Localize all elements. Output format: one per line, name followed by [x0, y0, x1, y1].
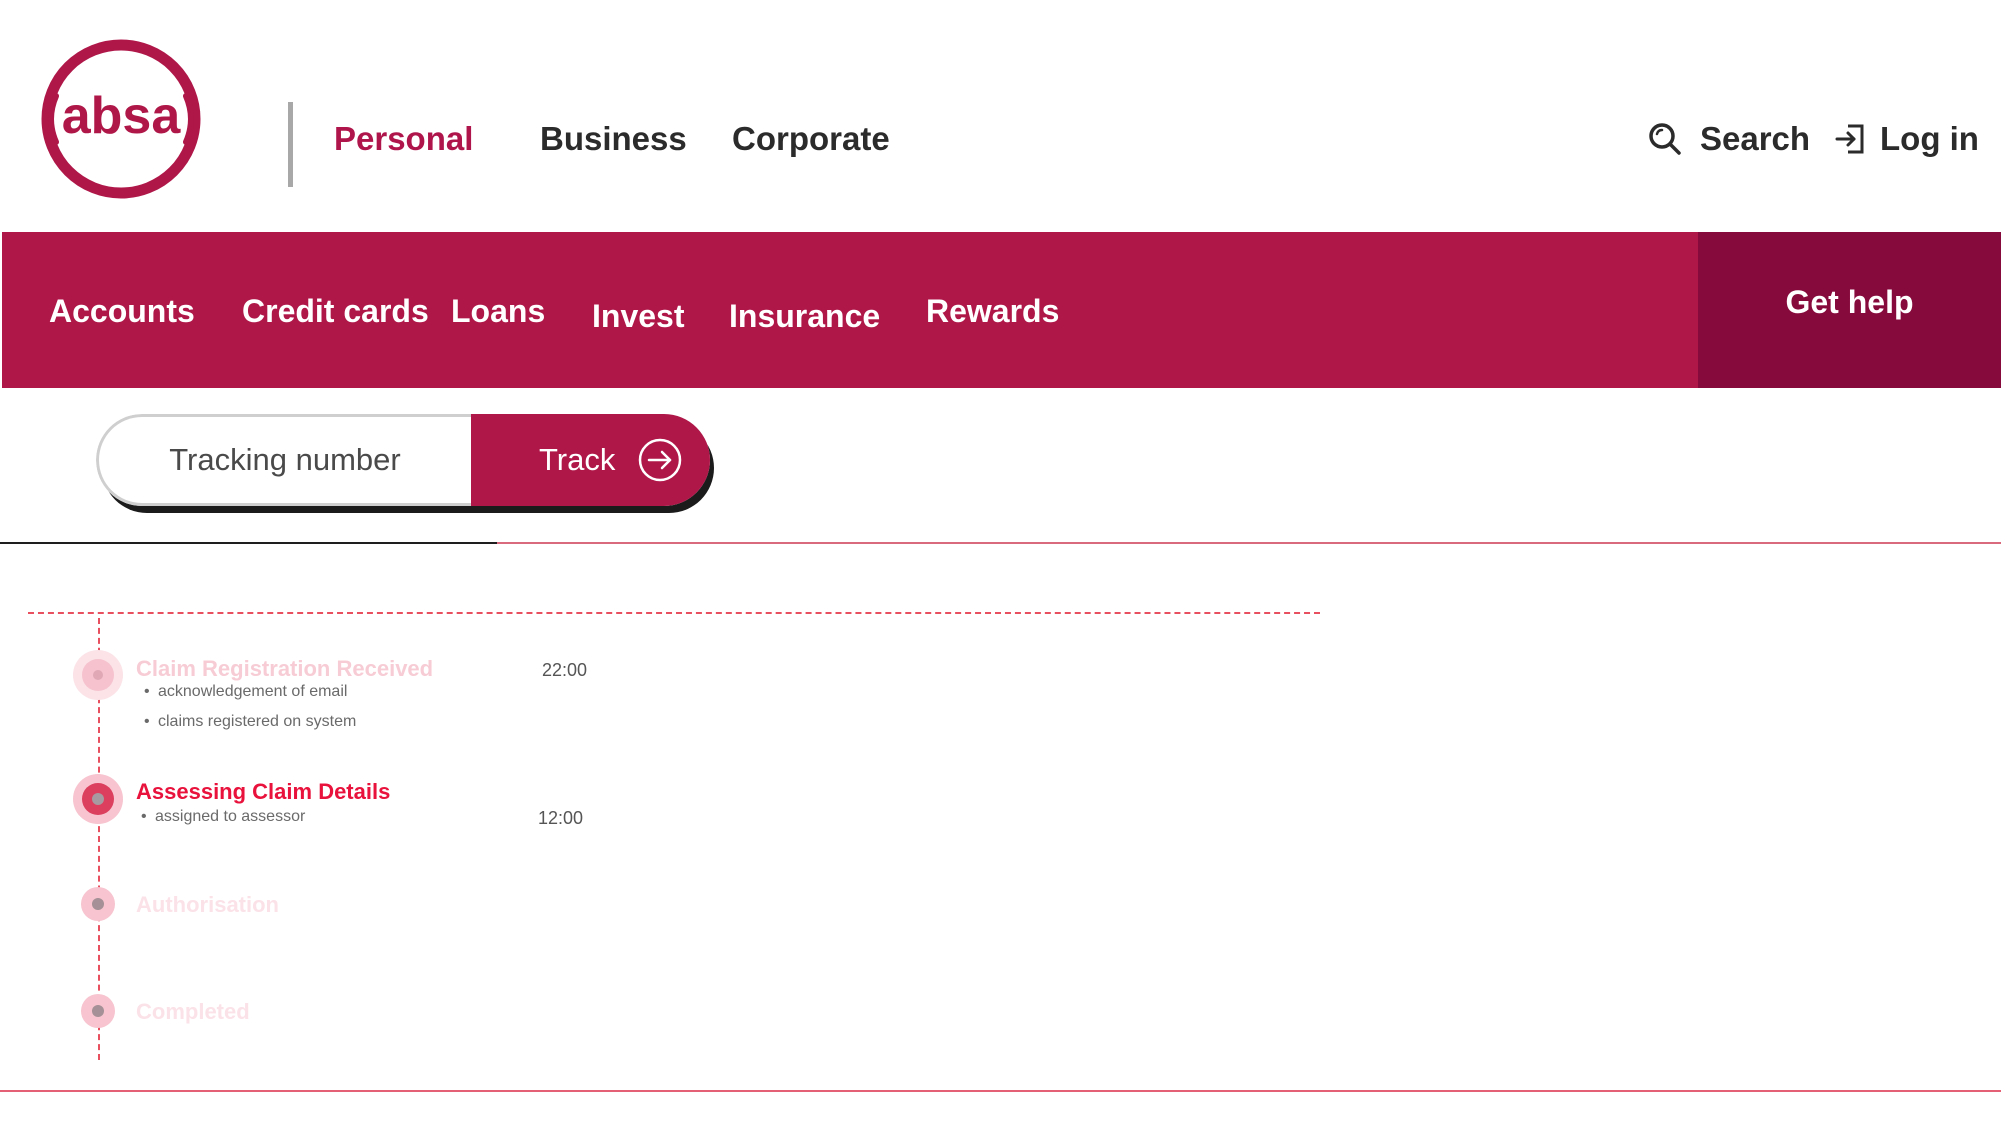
step-marker-active: [73, 774, 123, 824]
timeline-top-dashed-line: [28, 612, 1320, 614]
header-divider: [288, 102, 293, 187]
top-nav-business[interactable]: Business: [540, 120, 687, 158]
top-nav-personal[interactable]: Personal: [334, 120, 473, 158]
login-icon: [1835, 124, 1864, 154]
main-nav-rewards[interactable]: Rewards: [926, 293, 1059, 330]
main-nav-accounts[interactable]: Accounts: [49, 293, 195, 330]
step-marker-pending: [81, 887, 115, 921]
step-detail: assigned to assessor: [141, 808, 305, 826]
step-time: 22:00: [542, 660, 588, 680]
tracking-input-box: [96, 414, 471, 506]
step-title: Completed: [136, 999, 250, 1024]
search-button[interactable]: Search: [1648, 120, 1810, 158]
main-nav-invest[interactable]: Invest: [592, 298, 684, 335]
step-detail: acknowledgement of email: [144, 683, 347, 701]
search-icon: [1649, 123, 1681, 155]
step-marker-completed: [73, 650, 123, 700]
track-button-label: Track: [539, 442, 616, 477]
bottom-divider: [0, 1090, 2001, 1092]
page: absa Personal Business Corporate Search …: [0, 0, 2001, 1125]
track-button[interactable]: Track: [471, 414, 710, 506]
tracker: Track: [96, 414, 710, 506]
step-title: Claim Registration Received: [136, 656, 434, 681]
login-label: Log in: [1880, 120, 1979, 157]
main-nav-insurance[interactable]: Insurance: [729, 298, 880, 335]
get-help-button[interactable]: Get help: [1698, 232, 2001, 388]
step-title: Authorisation: [136, 892, 279, 917]
absa-logo[interactable]: absa: [38, 36, 204, 202]
top-nav-corporate[interactable]: Corporate: [732, 120, 890, 158]
step-marker-pending: [81, 994, 115, 1028]
step-title: Assessing Claim Details: [136, 779, 391, 804]
main-nav-credit-cards[interactable]: Credit cards: [242, 293, 429, 330]
tracking-number-input[interactable]: [133, 441, 437, 479]
logo-text: absa: [62, 87, 182, 145]
get-help-label: Get help: [1785, 283, 1914, 320]
step-detail: claims registered on system: [144, 713, 356, 731]
arrow-right-circle-icon: [639, 438, 682, 482]
section-divider-dark: [0, 542, 497, 544]
absa-logo-mark: absa: [41, 39, 201, 199]
main-nav-loans[interactable]: Loans: [451, 293, 545, 330]
section-divider-red: [497, 542, 2001, 544]
login-button[interactable]: Log in: [1834, 120, 1979, 158]
step-time: 12:00: [538, 808, 584, 828]
search-label: Search: [1700, 120, 1811, 157]
